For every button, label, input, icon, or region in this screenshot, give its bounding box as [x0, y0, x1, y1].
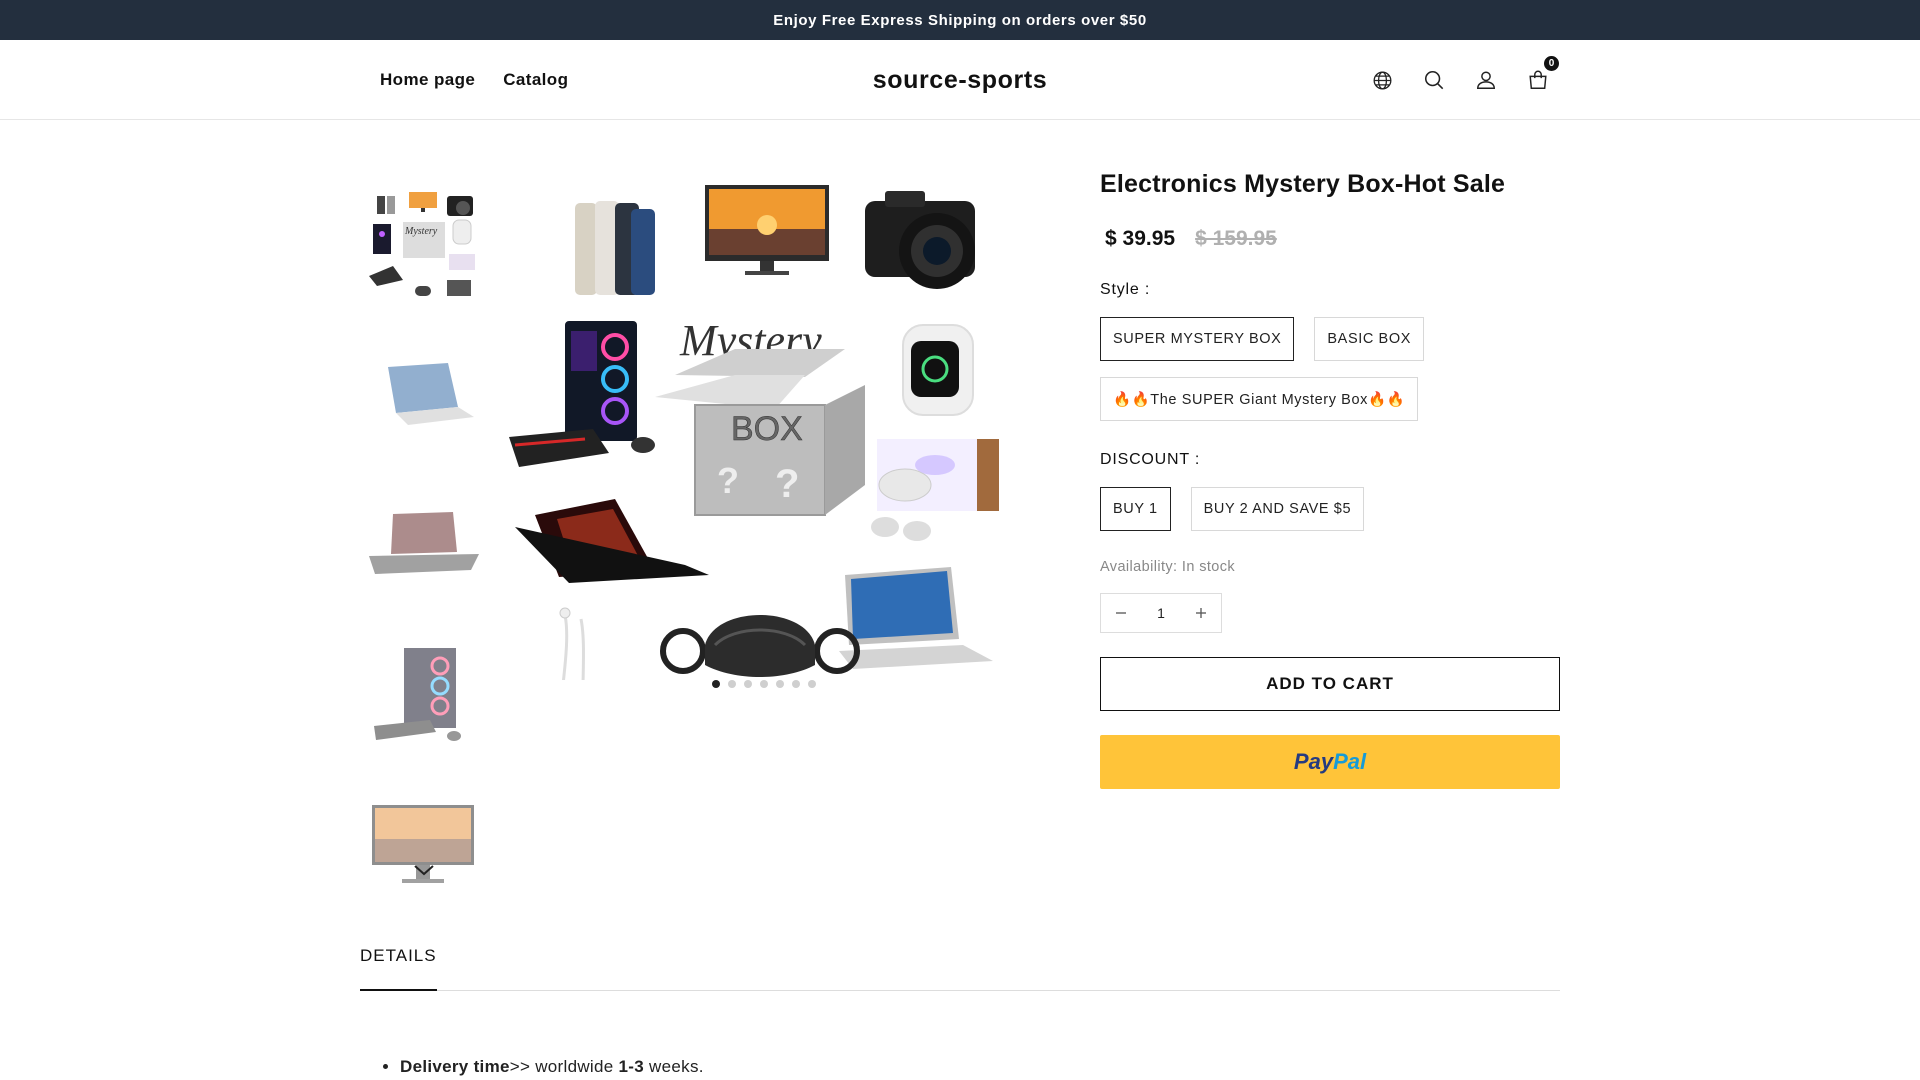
nav-catalog[interactable]: Catalog — [503, 70, 568, 90]
chevron-down-icon — [414, 865, 434, 876]
discount-option-buy-1[interactable]: BUY 1 — [1100, 487, 1171, 531]
availability-text: Availability: In stock — [1100, 559, 1236, 575]
cart-icon[interactable]: 0 — [1526, 56, 1559, 92]
price-block: $ 39.95 $ 159.95 — [1100, 227, 1560, 251]
thumbnail-gaming-pc[interactable] — [360, 632, 485, 757]
quantity-input[interactable] — [1141, 605, 1181, 621]
logo-wrapper: source-sports — [0, 40, 1920, 120]
minus-icon[interactable] — [1113, 605, 1129, 621]
plus-icon[interactable] — [1193, 605, 1209, 621]
paypal-logo-pay: Pay — [1293, 749, 1334, 774]
thumbnail-laptop[interactable] — [360, 334, 485, 459]
add-to-cart-button[interactable]: ADD TO CART — [1100, 657, 1560, 711]
main-nav: Home page Catalog — [380, 40, 568, 120]
account-icon[interactable] — [1474, 68, 1498, 92]
svg-text:?: ? — [775, 462, 799, 506]
nav-home[interactable]: Home page — [380, 70, 475, 90]
style-label: Style : — [1100, 281, 1151, 298]
svg-text:BOX: BOX — [731, 410, 803, 448]
main-product-image[interactable]: Mystery BOX ? ? — [505, 175, 1010, 690]
discount-label: DISCOUNT : — [1100, 451, 1201, 468]
search-icon[interactable] — [1422, 68, 1446, 92]
slide-dot[interactable] — [808, 680, 816, 688]
slide-dot[interactable] — [712, 680, 720, 688]
delivery-weeks: 1-3 — [618, 1057, 645, 1076]
thumbnail-mystery-box[interactable]: Mystery — [360, 185, 485, 310]
slide-dot[interactable] — [760, 680, 768, 688]
list-item: Delivery time>> worldwide 1-3 weeks. — [400, 1057, 704, 1077]
delivery-label: Delivery time — [400, 1057, 510, 1076]
globe-icon[interactable] — [1370, 68, 1394, 92]
thumbnail-gaming-laptop[interactable] — [360, 483, 485, 608]
svg-text:Mystery: Mystery — [404, 226, 438, 237]
delivery-text: >> worldwide — [509, 1057, 619, 1076]
discount-options: BUY 1 BUY 2 AND SAVE $5 — [1100, 487, 1560, 531]
slide-dot[interactable] — [744, 680, 752, 688]
thumbnails-next-button[interactable] — [410, 860, 438, 880]
details-list: Delivery time>> worldwide 1-3 weeks. — [400, 1057, 704, 1077]
thumbnail-list: Mystery — [360, 185, 485, 885]
style-option-basic-box[interactable]: BASIC BOX — [1314, 317, 1424, 361]
delivery-end: weeks. — [644, 1057, 704, 1076]
site-logo[interactable]: source-sports — [873, 66, 1048, 95]
sale-price: $ 39.95 — [1105, 227, 1176, 250]
cart-count-badge: 0 — [1544, 56, 1559, 71]
slide-dot[interactable] — [776, 680, 784, 688]
svg-text:?: ? — [717, 460, 739, 501]
slide-dots — [712, 680, 816, 688]
announcement-bar: Enjoy Free Express Shipping on orders ov… — [0, 0, 1920, 40]
header-icons: 0 — [1370, 40, 1559, 120]
compare-price: $ 159.95 — [1195, 227, 1277, 250]
style-options: SUPER MYSTERY BOX BASIC BOX — [1100, 317, 1560, 361]
style-options-row-2: 🔥🔥The SUPER Giant Mystery Box🔥🔥 — [1100, 377, 1560, 421]
product-tabs: DETAILS — [360, 945, 1560, 991]
product-title: Electronics Mystery Box-Hot Sale — [1100, 170, 1506, 198]
site-header: Home page Catalog source-sports 0 — [0, 40, 1920, 120]
discount-option-buy-2[interactable]: BUY 2 AND SAVE $5 — [1190, 487, 1365, 531]
slide-dot[interactable] — [792, 680, 800, 688]
style-option-super-giant-box[interactable]: 🔥🔥The SUPER Giant Mystery Box🔥🔥 — [1100, 377, 1419, 421]
announcement-text: Enjoy Free Express Shipping on orders ov… — [773, 11, 1147, 29]
paypal-button[interactable]: Pay Pal — [1100, 735, 1560, 789]
paypal-logo-pal: Pal — [1333, 749, 1367, 774]
slide-dot[interactable] — [728, 680, 736, 688]
style-option-super-mystery-box[interactable]: SUPER MYSTERY BOX — [1100, 317, 1295, 361]
product-info: Electronics Mystery Box-Hot Sale $ 39.95… — [1100, 170, 1560, 789]
tab-details[interactable]: DETAILS — [360, 945, 437, 991]
quantity-stepper — [1100, 593, 1222, 633]
